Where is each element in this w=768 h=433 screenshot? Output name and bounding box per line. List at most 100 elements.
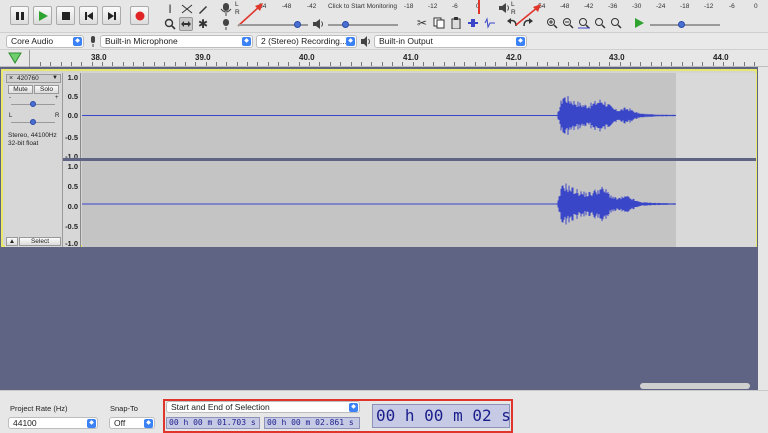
recording-device-dropdown[interactable]: Built-in Microphone ◆ — [100, 35, 253, 48]
ruler-tick — [464, 62, 465, 66]
play-at-speed-icon[interactable] — [632, 16, 646, 30]
playback-volume-knob[interactable] — [342, 21, 349, 28]
selection-tool-icon[interactable]: I — [163, 2, 177, 16]
post-clip-area — [676, 161, 756, 247]
record-volume-knob[interactable] — [294, 21, 301, 28]
draw-tool-icon[interactable] — [196, 2, 210, 16]
zoom-tool-icon[interactable] — [163, 17, 177, 31]
close-icon[interactable]: × — [9, 75, 13, 82]
cut-icon[interactable]: ✂ — [415, 16, 429, 30]
ruler-tick — [92, 62, 93, 66]
track-info-bitdepth: 32-bit float — [8, 140, 39, 147]
ruler-tick — [620, 62, 621, 66]
ruler-tick — [640, 62, 641, 66]
snap-to-value: Off — [114, 418, 126, 428]
horizontal-scrollbar[interactable] — [640, 383, 750, 389]
stop-button[interactable] — [56, 6, 75, 25]
microphone-icon[interactable] — [220, 2, 234, 16]
timeline-options-icon[interactable] — [8, 52, 22, 64]
playback-meter[interactable]: -54 -48 -42 -36 -30 -24 -18 -12 -6 0 — [518, 3, 768, 13]
ruler-tick — [413, 62, 414, 66]
playback-scale-tick: -24 — [656, 3, 666, 10]
selection-mode-value: Start and End of Selection — [171, 402, 270, 412]
waveform-left-channel[interactable] — [82, 73, 676, 158]
amplitude-label: 0.5 — [67, 182, 78, 191]
selection-mode-dropdown[interactable]: Start and End of Selection ◆ — [166, 401, 360, 413]
project-rate-dropdown[interactable]: 44100 ◆ — [8, 417, 98, 429]
paste-icon[interactable] — [449, 16, 463, 30]
silence-icon[interactable] — [483, 16, 497, 30]
ruler-tick — [495, 62, 496, 66]
record-scale-tick: -6 — [452, 3, 458, 10]
track-info-format: Stereo, 44100Hz — [8, 132, 57, 139]
playback-volume-slider[interactable] — [328, 24, 398, 26]
selection-start-field[interactable]: 00 h 00 m 01.703 s — [166, 417, 260, 429]
ruler-tick — [402, 62, 403, 66]
playback-scale-tick: -18 — [680, 3, 690, 10]
play-at-speed-slider[interactable] — [650, 24, 720, 26]
record-scale-tick: -48 — [282, 3, 292, 10]
ruler-tick — [247, 62, 248, 66]
snap-to-label: Snap-To — [110, 404, 138, 413]
amplitude-label: 1.0 — [67, 73, 78, 82]
selection-toolbar: Project Rate (Hz) 44100 ◆ Snap-To Off ◆ … — [0, 390, 768, 433]
playback-device-dropdown[interactable]: Built-in Output ◆ — [374, 35, 527, 48]
skip-to-start-button[interactable] — [79, 6, 98, 25]
ruler-tick — [164, 62, 165, 66]
zoom-toggle-icon[interactable] — [609, 16, 623, 30]
fit-project-icon[interactable] — [593, 16, 607, 30]
skip-to-end-button[interactable] — [102, 6, 121, 25]
waveform-right-channel[interactable] — [82, 161, 676, 247]
trim-icon[interactable] — [466, 16, 480, 30]
audio-track[interactable]: × 420760 ▼ Mute Solo - + L R Stereo, 441… — [1, 69, 757, 248]
ruler-tick — [319, 62, 320, 66]
ruler-divider — [29, 50, 30, 67]
recording-channels-value: 2 (Stereo) Recording... — [261, 36, 347, 46]
record-button[interactable] — [130, 6, 149, 25]
amplitude-label: 0.0 — [67, 202, 78, 211]
pause-button[interactable] — [10, 6, 29, 25]
select-track-button[interactable]: Select — [19, 237, 61, 246]
fit-selection-icon[interactable] — [577, 16, 591, 30]
zoom-out-icon[interactable] — [561, 16, 575, 30]
selection-end-field[interactable]: 00 h 00 m 02.861 s — [264, 417, 360, 429]
clip-indicator — [478, 0, 480, 14]
mute-button[interactable]: Mute — [8, 85, 33, 94]
ruler-tick — [382, 62, 383, 66]
speaker-icon[interactable] — [498, 2, 510, 14]
envelope-tool-icon[interactable] — [180, 2, 194, 16]
multi-tool-icon[interactable]: ✱ — [196, 17, 210, 31]
project-rate-label: Project Rate (Hz) — [10, 404, 68, 413]
recording-device-value: Built-in Microphone — [105, 36, 178, 46]
track-title-bar[interactable]: × 420760 ▼ — [6, 74, 61, 83]
timeline-ruler[interactable]: 38.0 39.0 40.0 41.0 42.0 43.0 44.0 — [0, 50, 768, 67]
collapse-track-button[interactable]: ▲ — [6, 237, 18, 246]
copy-icon[interactable] — [432, 16, 446, 30]
ruler-tick — [143, 62, 144, 66]
solo-button[interactable]: Solo — [34, 85, 59, 94]
audio-host-dropdown[interactable]: Core Audio ◆ — [6, 35, 84, 48]
timeshift-tool-icon[interactable] — [179, 17, 193, 31]
gain-knob[interactable] — [30, 101, 36, 107]
waveform-left-svg — [82, 96, 676, 135]
vertical-scrollbar[interactable] — [758, 67, 768, 390]
snap-to-dropdown[interactable]: Off ◆ — [109, 417, 155, 429]
record-meter-right: -18 -12 -6 0 — [400, 3, 500, 13]
track-menu-icon[interactable]: ▼ — [52, 75, 58, 82]
ruler-tick — [102, 62, 103, 66]
pan-knob[interactable] — [30, 119, 36, 125]
ruler-tick — [371, 62, 372, 66]
track-panel: × 420760 ▼ Mute Solo - + L R Stereo, 441… — [0, 67, 768, 390]
skip-start-icon — [84, 11, 93, 20]
audio-position-display[interactable]: 00 h 00 m 02 s — [372, 404, 511, 428]
zoom-in-icon[interactable] — [545, 16, 559, 30]
ruler-tick — [578, 62, 579, 66]
record-scale-tick: -42 — [307, 3, 317, 10]
recording-channels-dropdown[interactable]: 2 (Stereo) Recording... ◆ — [256, 35, 357, 48]
play-at-speed-knob[interactable] — [678, 21, 685, 28]
ruler-tick — [112, 62, 113, 66]
ruler-tick — [268, 62, 269, 66]
play-icon — [38, 10, 48, 21]
pan-left-label: L — [9, 113, 13, 119]
play-button[interactable] — [33, 6, 52, 25]
